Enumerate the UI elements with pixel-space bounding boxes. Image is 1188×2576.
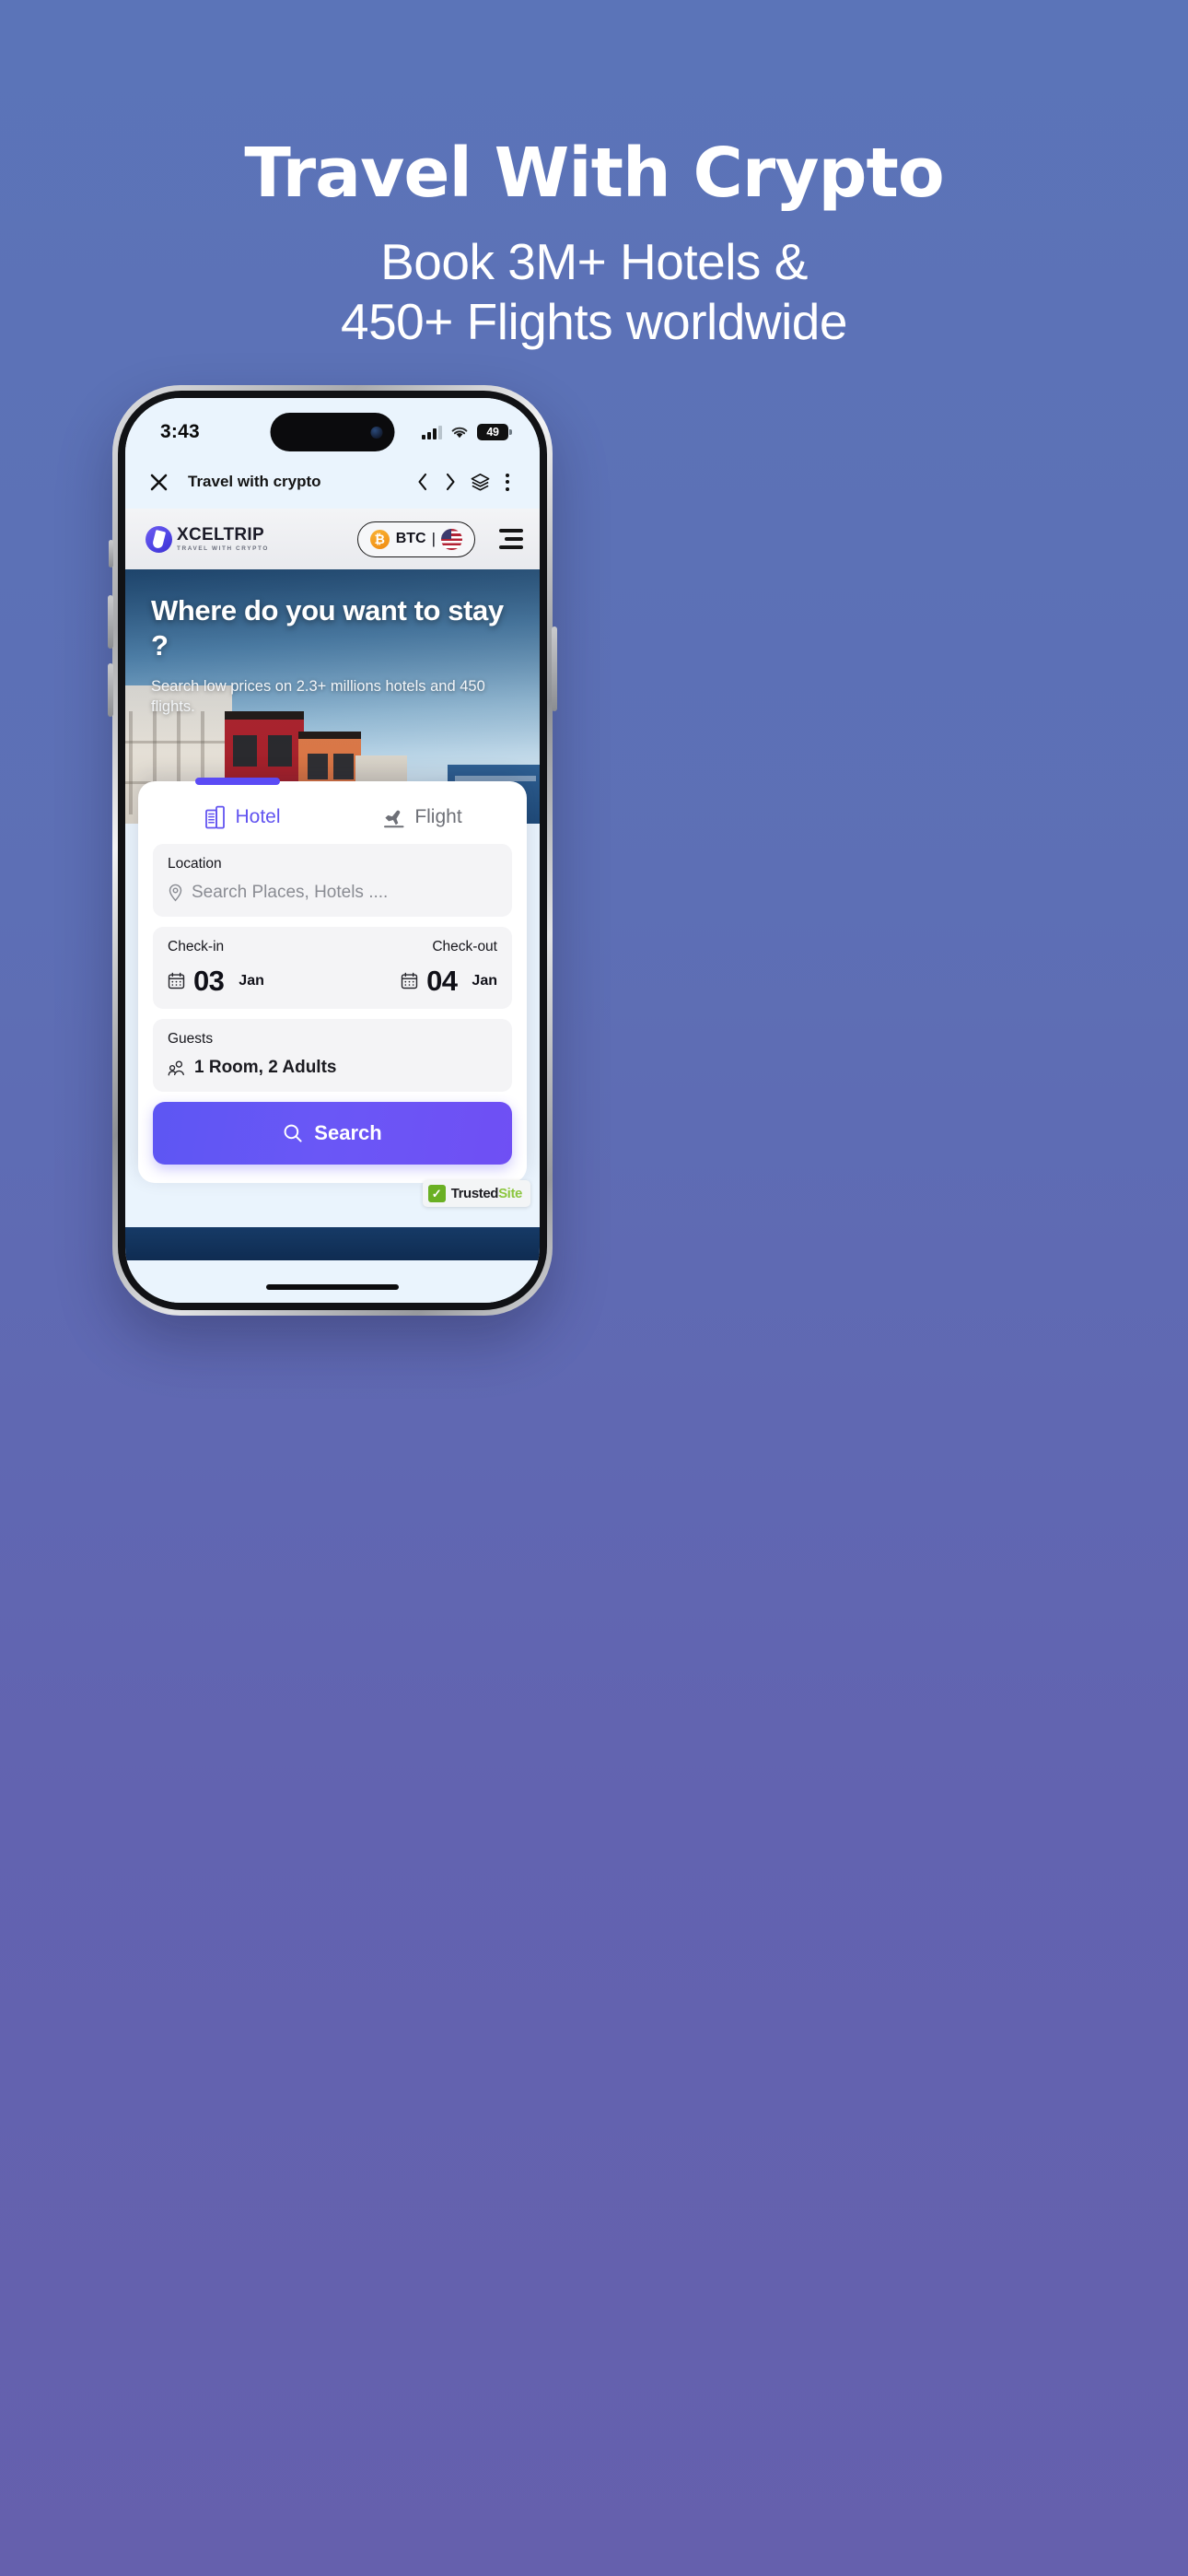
location-field[interactable]: Location Search Places, Hotels .... bbox=[153, 844, 512, 917]
cellular-signal-icon bbox=[422, 425, 442, 439]
status-bar: 3:43 49 bbox=[125, 398, 540, 455]
trustedsite-badge[interactable]: ✓ TrustedSite bbox=[422, 1180, 530, 1207]
check-in-day: 03 bbox=[193, 965, 225, 997]
search-card: Hotel Flight Location Search Places, Hot… bbox=[138, 778, 530, 1207]
chevron-right-icon[interactable] bbox=[437, 472, 464, 492]
xceltrip-logo-icon[interactable]: XCELTRIP TRAVEL WITH CRYPTO bbox=[146, 524, 269, 553]
check-out-label: Check-out bbox=[432, 939, 497, 954]
search-icon bbox=[284, 1124, 302, 1142]
kebab-menu-icon[interactable] bbox=[495, 473, 519, 491]
bitcoin-icon: ₿ bbox=[369, 529, 390, 549]
volume-down-button[interactable] bbox=[108, 663, 113, 717]
tab-flight[interactable]: Flight bbox=[332, 805, 512, 829]
volume-up-button[interactable] bbox=[108, 595, 113, 649]
logo-mark-icon bbox=[146, 525, 172, 553]
location-input[interactable]: Search Places, Hotels .... bbox=[192, 883, 388, 903]
search-button-label: Search bbox=[314, 1121, 382, 1144]
calendar-icon bbox=[168, 972, 185, 989]
phone-mockup: 3:43 49 Travel with crypto XCELTRIP TRAV… bbox=[108, 385, 557, 1316]
tab-flight-label: Flight bbox=[414, 806, 462, 827]
promo-subtitle-line-2: 450+ Flights worldwide bbox=[341, 292, 847, 350]
check-in-month: Jan bbox=[239, 972, 264, 989]
currency-label: BTC bbox=[395, 531, 426, 546]
site-header: XCELTRIP TRAVEL WITH CRYPTO ₿ BTC | bbox=[125, 509, 540, 569]
browser-page-title: Travel with crypto bbox=[188, 473, 321, 490]
wifi-icon bbox=[451, 427, 468, 438]
search-tabs: Hotel Flight bbox=[153, 800, 512, 844]
tab-hotel[interactable]: Hotel bbox=[153, 805, 332, 829]
dynamic-island bbox=[270, 413, 395, 451]
promo-header: Travel With Crypto Book 3M+ Hotels & 450… bbox=[0, 134, 1188, 351]
close-icon[interactable] bbox=[147, 471, 169, 493]
search-button[interactable]: Search bbox=[153, 1102, 512, 1165]
check-badge-icon: ✓ bbox=[427, 1185, 446, 1202]
airplane-takeoff-icon bbox=[384, 810, 404, 828]
guests-field[interactable]: Guests 1 Room, 2 Adults bbox=[153, 1019, 512, 1092]
home-indicator-area bbox=[125, 1260, 540, 1303]
dates-field[interactable]: Check-in Check-out 03 Jan 04 Jan bbox=[153, 927, 512, 1009]
map-pin-icon bbox=[169, 884, 182, 902]
status-bar-time: 3:43 bbox=[160, 421, 200, 442]
hero-subtext: Search low prices on 2.3+ millions hotel… bbox=[151, 677, 485, 715]
active-tab-indicator bbox=[195, 778, 280, 785]
check-in-label: Check-in bbox=[168, 939, 225, 954]
guests-value[interactable]: 1 Room, 2 Adults bbox=[194, 1058, 336, 1078]
hotel-building-icon bbox=[205, 805, 226, 829]
logo-name: XCELTRIP bbox=[177, 524, 264, 544]
chevron-left-icon[interactable] bbox=[409, 472, 437, 492]
currency-divider: | bbox=[431, 530, 436, 547]
check-out-day: 04 bbox=[426, 965, 458, 997]
trustedsite-name-green: Site bbox=[498, 1186, 522, 1201]
guests-people-icon bbox=[168, 1060, 184, 1075]
browser-toolbar: Travel with crypto bbox=[125, 455, 540, 509]
calendar-icon bbox=[401, 972, 418, 989]
site-footer-strip bbox=[125, 1227, 540, 1260]
power-button[interactable] bbox=[552, 626, 557, 711]
battery-icon: 49 bbox=[477, 424, 512, 440]
location-label: Location bbox=[168, 856, 222, 872]
hero-heading: Where do you want to stay ? bbox=[151, 594, 504, 662]
front-camera-icon bbox=[370, 426, 383, 439]
check-in-value[interactable]: 03 Jan bbox=[168, 966, 332, 995]
logo-tagline: TRAVEL WITH CRYPTO bbox=[177, 544, 269, 552]
hamburger-menu-icon[interactable] bbox=[497, 529, 523, 549]
guests-label: Guests bbox=[168, 1031, 214, 1047]
us-flag-icon bbox=[441, 528, 462, 550]
check-out-value[interactable]: 04 Jan bbox=[332, 966, 497, 995]
tab-hotel-label: Hotel bbox=[235, 806, 281, 827]
trustedsite-name-dark: Trusted bbox=[450, 1186, 499, 1201]
currency-selector[interactable]: ₿ BTC | bbox=[356, 521, 475, 557]
silent-switch[interactable] bbox=[109, 540, 113, 568]
check-out-month: Jan bbox=[472, 972, 497, 989]
promo-subtitle-line-1: Book 3M+ Hotels & bbox=[380, 232, 808, 290]
promo-title: Travel With Crypto bbox=[244, 134, 944, 213]
phone-screen: 3:43 49 Travel with crypto XCELTRIP TRAV… bbox=[125, 398, 540, 1303]
layers-icon[interactable] bbox=[464, 472, 495, 493]
home-indicator[interactable] bbox=[266, 1284, 399, 1290]
battery-percent: 49 bbox=[486, 426, 499, 439]
